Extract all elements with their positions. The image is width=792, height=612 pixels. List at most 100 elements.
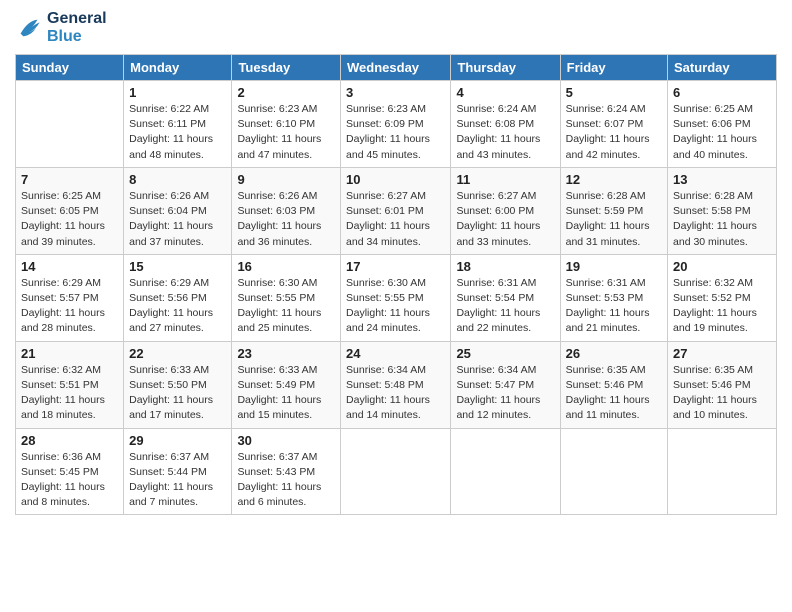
calendar-cell: 8 Sunrise: 6:26 AM Sunset: 6:04 PM Dayli… (124, 167, 232, 254)
day-number: 20 (673, 259, 771, 274)
day-detail: Sunrise: 6:26 AM Sunset: 6:04 PM Dayligh… (129, 189, 226, 250)
calendar-day-header: Tuesday (232, 55, 341, 81)
calendar-header-row: SundayMondayTuesdayWednesdayThursdayFrid… (16, 55, 777, 81)
calendar-cell: 30 Sunrise: 6:37 AM Sunset: 5:43 PM Dayl… (232, 428, 341, 515)
day-number: 26 (566, 346, 662, 361)
calendar-day-header: Saturday (668, 55, 777, 81)
day-number: 17 (346, 259, 445, 274)
calendar-day-header: Monday (124, 55, 232, 81)
day-detail: Sunrise: 6:37 AM Sunset: 5:44 PM Dayligh… (129, 450, 226, 511)
day-number: 28 (21, 433, 118, 448)
calendar-week-row: 14 Sunrise: 6:29 AM Sunset: 5:57 PM Dayl… (16, 254, 777, 341)
calendar-week-row: 1 Sunrise: 6:22 AM Sunset: 6:11 PM Dayli… (16, 81, 777, 168)
calendar-cell: 26 Sunrise: 6:35 AM Sunset: 5:46 PM Dayl… (560, 341, 667, 428)
day-detail: Sunrise: 6:24 AM Sunset: 6:07 PM Dayligh… (566, 102, 662, 163)
day-number: 8 (129, 172, 226, 187)
logo-text: General Blue (47, 10, 107, 46)
day-number: 2 (237, 85, 335, 100)
calendar-cell: 13 Sunrise: 6:28 AM Sunset: 5:58 PM Dayl… (668, 167, 777, 254)
day-detail: Sunrise: 6:27 AM Sunset: 6:00 PM Dayligh… (456, 189, 554, 250)
day-detail: Sunrise: 6:25 AM Sunset: 6:05 PM Dayligh… (21, 189, 118, 250)
calendar-cell: 10 Sunrise: 6:27 AM Sunset: 6:01 PM Dayl… (341, 167, 451, 254)
day-detail: Sunrise: 6:32 AM Sunset: 5:52 PM Dayligh… (673, 276, 771, 337)
day-detail: Sunrise: 6:26 AM Sunset: 6:03 PM Dayligh… (237, 189, 335, 250)
day-number: 6 (673, 85, 771, 100)
calendar-cell: 14 Sunrise: 6:29 AM Sunset: 5:57 PM Dayl… (16, 254, 124, 341)
calendar-day-header: Wednesday (341, 55, 451, 81)
day-number: 23 (237, 346, 335, 361)
calendar-cell: 24 Sunrise: 6:34 AM Sunset: 5:48 PM Dayl… (341, 341, 451, 428)
calendar-cell: 4 Sunrise: 6:24 AM Sunset: 6:08 PM Dayli… (451, 81, 560, 168)
calendar-cell: 29 Sunrise: 6:37 AM Sunset: 5:44 PM Dayl… (124, 428, 232, 515)
day-number: 10 (346, 172, 445, 187)
day-detail: Sunrise: 6:27 AM Sunset: 6:01 PM Dayligh… (346, 189, 445, 250)
day-detail: Sunrise: 6:31 AM Sunset: 5:53 PM Dayligh… (566, 276, 662, 337)
day-number: 21 (21, 346, 118, 361)
calendar-week-row: 7 Sunrise: 6:25 AM Sunset: 6:05 PM Dayli… (16, 167, 777, 254)
calendar-cell: 6 Sunrise: 6:25 AM Sunset: 6:06 PM Dayli… (668, 81, 777, 168)
calendar-cell (560, 428, 667, 515)
calendar-week-row: 21 Sunrise: 6:32 AM Sunset: 5:51 PM Dayl… (16, 341, 777, 428)
calendar-cell: 19 Sunrise: 6:31 AM Sunset: 5:53 PM Dayl… (560, 254, 667, 341)
day-detail: Sunrise: 6:28 AM Sunset: 5:58 PM Dayligh… (673, 189, 771, 250)
calendar-cell (341, 428, 451, 515)
calendar-cell: 20 Sunrise: 6:32 AM Sunset: 5:52 PM Dayl… (668, 254, 777, 341)
calendar-day-header: Friday (560, 55, 667, 81)
calendar-cell: 18 Sunrise: 6:31 AM Sunset: 5:54 PM Dayl… (451, 254, 560, 341)
calendar-week-row: 28 Sunrise: 6:36 AM Sunset: 5:45 PM Dayl… (16, 428, 777, 515)
day-detail: Sunrise: 6:30 AM Sunset: 5:55 PM Dayligh… (237, 276, 335, 337)
day-detail: Sunrise: 6:35 AM Sunset: 5:46 PM Dayligh… (566, 363, 662, 424)
day-number: 7 (21, 172, 118, 187)
calendar-cell (16, 81, 124, 168)
day-detail: Sunrise: 6:29 AM Sunset: 5:57 PM Dayligh… (21, 276, 118, 337)
calendar-day-header: Sunday (16, 55, 124, 81)
day-number: 12 (566, 172, 662, 187)
day-number: 25 (456, 346, 554, 361)
day-detail: Sunrise: 6:22 AM Sunset: 6:11 PM Dayligh… (129, 102, 226, 163)
day-detail: Sunrise: 6:23 AM Sunset: 6:10 PM Dayligh… (237, 102, 335, 163)
calendar-cell: 28 Sunrise: 6:36 AM Sunset: 5:45 PM Dayl… (16, 428, 124, 515)
day-detail: Sunrise: 6:33 AM Sunset: 5:49 PM Dayligh… (237, 363, 335, 424)
calendar-cell: 11 Sunrise: 6:27 AM Sunset: 6:00 PM Dayl… (451, 167, 560, 254)
day-number: 1 (129, 85, 226, 100)
day-number: 5 (566, 85, 662, 100)
day-number: 27 (673, 346, 771, 361)
page-container: General Blue SundayMondayTuesdayWednesda… (0, 0, 792, 525)
day-number: 30 (237, 433, 335, 448)
day-number: 4 (456, 85, 554, 100)
day-number: 18 (456, 259, 554, 274)
calendar-cell: 23 Sunrise: 6:33 AM Sunset: 5:49 PM Dayl… (232, 341, 341, 428)
day-number: 29 (129, 433, 226, 448)
day-number: 16 (237, 259, 335, 274)
day-detail: Sunrise: 6:33 AM Sunset: 5:50 PM Dayligh… (129, 363, 226, 424)
day-detail: Sunrise: 6:24 AM Sunset: 6:08 PM Dayligh… (456, 102, 554, 163)
day-detail: Sunrise: 6:31 AM Sunset: 5:54 PM Dayligh… (456, 276, 554, 337)
day-number: 3 (346, 85, 445, 100)
calendar-cell: 16 Sunrise: 6:30 AM Sunset: 5:55 PM Dayl… (232, 254, 341, 341)
logo-icon (15, 14, 43, 42)
day-detail: Sunrise: 6:30 AM Sunset: 5:55 PM Dayligh… (346, 276, 445, 337)
calendar-cell: 15 Sunrise: 6:29 AM Sunset: 5:56 PM Dayl… (124, 254, 232, 341)
day-detail: Sunrise: 6:25 AM Sunset: 6:06 PM Dayligh… (673, 102, 771, 163)
day-number: 22 (129, 346, 226, 361)
day-detail: Sunrise: 6:35 AM Sunset: 5:46 PM Dayligh… (673, 363, 771, 424)
day-number: 9 (237, 172, 335, 187)
calendar-cell: 17 Sunrise: 6:30 AM Sunset: 5:55 PM Dayl… (341, 254, 451, 341)
day-detail: Sunrise: 6:36 AM Sunset: 5:45 PM Dayligh… (21, 450, 118, 511)
day-number: 24 (346, 346, 445, 361)
day-number: 15 (129, 259, 226, 274)
calendar-cell (668, 428, 777, 515)
calendar-cell: 5 Sunrise: 6:24 AM Sunset: 6:07 PM Dayli… (560, 81, 667, 168)
day-number: 13 (673, 172, 771, 187)
day-detail: Sunrise: 6:34 AM Sunset: 5:47 PM Dayligh… (456, 363, 554, 424)
calendar-day-header: Thursday (451, 55, 560, 81)
day-number: 14 (21, 259, 118, 274)
calendar-cell: 21 Sunrise: 6:32 AM Sunset: 5:51 PM Dayl… (16, 341, 124, 428)
calendar-cell: 22 Sunrise: 6:33 AM Sunset: 5:50 PM Dayl… (124, 341, 232, 428)
header: General Blue (15, 10, 777, 46)
calendar-cell: 1 Sunrise: 6:22 AM Sunset: 6:11 PM Dayli… (124, 81, 232, 168)
day-detail: Sunrise: 6:34 AM Sunset: 5:48 PM Dayligh… (346, 363, 445, 424)
day-detail: Sunrise: 6:37 AM Sunset: 5:43 PM Dayligh… (237, 450, 335, 511)
calendar-cell: 12 Sunrise: 6:28 AM Sunset: 5:59 PM Dayl… (560, 167, 667, 254)
calendar-cell: 2 Sunrise: 6:23 AM Sunset: 6:10 PM Dayli… (232, 81, 341, 168)
